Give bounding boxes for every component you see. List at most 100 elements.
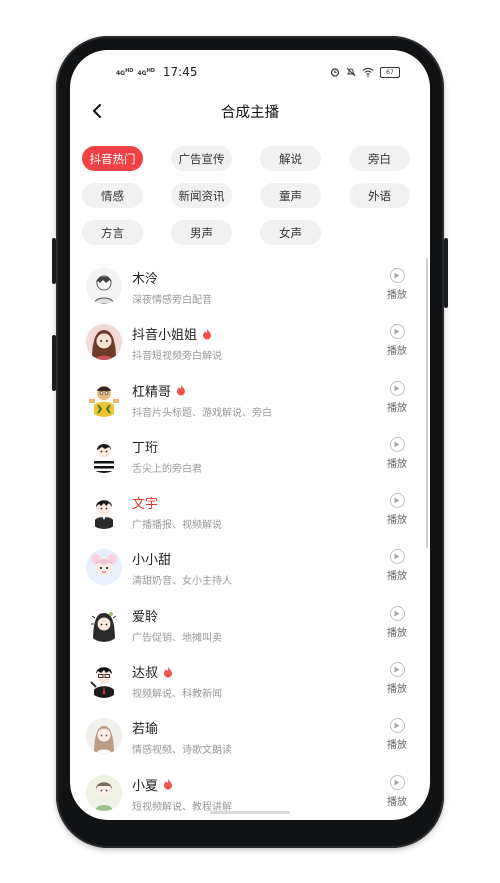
hot-fire-icon: [164, 666, 173, 678]
play-button[interactable]: 播放: [382, 718, 412, 751]
wifi-icon: [362, 67, 374, 77]
list-item[interactable]: 小小甜 清甜奶音、女小主持人 播放: [70, 539, 430, 595]
clock-time: 17:45: [162, 65, 198, 79]
play-label: 播放: [387, 571, 407, 583]
play-icon: [389, 268, 405, 283]
anchor-description: 广播播报、视频解说: [132, 520, 222, 532]
play-button[interactable]: 播放: [382, 436, 412, 470]
play-button[interactable]: 播放: [382, 605, 412, 639]
mute-icon: [346, 67, 356, 77]
play-button[interactable]: 播放: [382, 268, 412, 301]
category-chip-narration[interactable]: 旁白: [349, 146, 410, 171]
category-chip-child[interactable]: 童声: [260, 183, 321, 208]
play-button[interactable]: 播放: [382, 774, 412, 808]
play-button[interactable]: 播放: [382, 324, 412, 357]
category-chips: 抖音热门 广告宣传 解说 旁白 情感 新闻资讯 童声 外语 方言 男声 女声: [82, 146, 422, 245]
hot-fire-icon: [203, 328, 212, 340]
avatar: [86, 605, 122, 642]
category-chip-foreign[interactable]: 外语: [349, 183, 410, 208]
anchor-name: 小夏: [132, 775, 173, 794]
anchor-name: 小小甜: [132, 553, 172, 569]
power-button: [444, 238, 448, 308]
play-label: 播放: [387, 740, 407, 752]
play-label: 播放: [387, 515, 407, 527]
scrollbar[interactable]: [426, 258, 428, 548]
play-button[interactable]: 播放: [382, 380, 412, 414]
anchor-description: 抖音短视频旁白解说: [132, 351, 222, 363]
avatar: [86, 268, 122, 304]
anchor-name: 若瑜: [132, 722, 159, 738]
avatar: [86, 774, 122, 811]
play-icon: [389, 380, 405, 396]
play-icon: [389, 774, 405, 790]
category-chip-commentary[interactable]: 解说: [260, 146, 321, 171]
avatar: [86, 549, 122, 586]
anchor-name: 爱聆: [132, 609, 159, 625]
category-chip-female[interactable]: 女声: [260, 220, 321, 245]
anchor-description: 深夜情感旁白配音: [132, 295, 212, 306]
list-item[interactable]: 文宇 广播播报、视频解说 播放: [70, 483, 430, 539]
hot-fire-icon: [164, 778, 173, 790]
app-screen: 4GHD 4GHD 17:45 67 合成主播 抖音热门 广告宣传 解说 旁白 …: [70, 50, 430, 820]
anchor-description: 抖音片头标题、游戏解说、旁白: [132, 407, 272, 419]
play-button[interactable]: 播放: [382, 662, 412, 695]
anchor-name: 木泠: [132, 272, 159, 287]
anchor-name: 文宇: [132, 497, 159, 513]
avatar: [86, 380, 122, 417]
alarm-icon: [330, 68, 340, 77]
anchor-description: 清甜奶音、女小主持人: [132, 576, 232, 588]
status-bar: 4GHD 4GHD 17:45 67: [70, 50, 430, 94]
category-chip-ad[interactable]: 广告宣传: [171, 146, 232, 171]
home-indicator[interactable]: [210, 811, 290, 814]
navigation-bar: 合成主播: [70, 94, 430, 128]
avatar: [86, 718, 122, 755]
anchor-description: 情感视频、诗歌文朗读: [132, 745, 232, 757]
play-icon: [389, 662, 405, 678]
chevron-left-icon: [93, 104, 101, 118]
category-chip-dialect[interactable]: 方言: [82, 220, 143, 245]
anchor-list: 木泠 深夜情感旁白配音 播放 抖音小姐姐 抖音短视频旁白解说 播放 杠精哥 抖音…: [70, 258, 430, 820]
avatar: [86, 436, 122, 473]
play-button[interactable]: 播放: [382, 549, 412, 582]
anchor-name: 达叔: [132, 662, 173, 681]
play-label: 播放: [387, 684, 407, 696]
signal-4g-icon-2: 4GHD: [137, 67, 155, 77]
play-label: 播放: [387, 796, 407, 808]
play-icon: [389, 549, 405, 565]
anchor-description: 广告促销、地摊叫卖: [132, 632, 222, 644]
list-item[interactable]: 木泠 深夜情感旁白配音 播放: [70, 258, 430, 314]
category-chip-news[interactable]: 新闻资讯: [171, 183, 232, 208]
play-icon: [389, 493, 405, 509]
play-label: 播放: [387, 346, 407, 358]
avatar: [86, 324, 122, 361]
anchor-description: 舌尖上的旁白君: [132, 463, 202, 475]
play-icon: [389, 718, 405, 734]
play-label: 播放: [387, 290, 407, 301]
signal-4g-icon: 4GHD: [116, 67, 134, 77]
play-label: 播放: [387, 627, 407, 639]
hot-fire-icon: [177, 384, 186, 396]
volume-button-2: [52, 335, 56, 391]
anchor-name: 杠精哥: [132, 381, 186, 400]
list-item[interactable]: 若瑜 情感视频、诗歌文朗读 播放: [70, 708, 430, 764]
play-icon: [389, 324, 405, 340]
play-label: 播放: [387, 458, 407, 470]
page-title: 合成主播: [221, 104, 279, 121]
play-icon: [389, 605, 405, 621]
play-button[interactable]: 播放: [382, 493, 412, 526]
category-chip-male[interactable]: 男声: [171, 220, 232, 245]
list-item[interactable]: 达叔 视频解说、科教新闻 播放: [70, 652, 430, 708]
list-item[interactable]: 杠精哥 抖音片头标题、游戏解说、旁白 播放: [70, 371, 430, 427]
play-icon: [389, 436, 405, 452]
anchor-name: 丁珩: [132, 440, 159, 456]
category-chip-douyin-hot[interactable]: 抖音热门: [82, 146, 143, 171]
anchor-description: 视频解说、科教新闻: [132, 689, 222, 701]
volume-button: [52, 238, 56, 284]
list-item[interactable]: 丁珩 舌尖上的旁白君 播放: [70, 427, 430, 483]
back-button[interactable]: [88, 102, 106, 120]
category-chip-emotion[interactable]: 情感: [82, 183, 143, 208]
list-item[interactable]: 爱聆 广告促销、地摊叫卖 播放: [70, 596, 430, 652]
list-item[interactable]: 抖音小姐姐 抖音短视频旁白解说 播放: [70, 314, 430, 370]
avatar: [86, 493, 122, 530]
anchor-name: 抖音小姐姐: [132, 324, 212, 343]
